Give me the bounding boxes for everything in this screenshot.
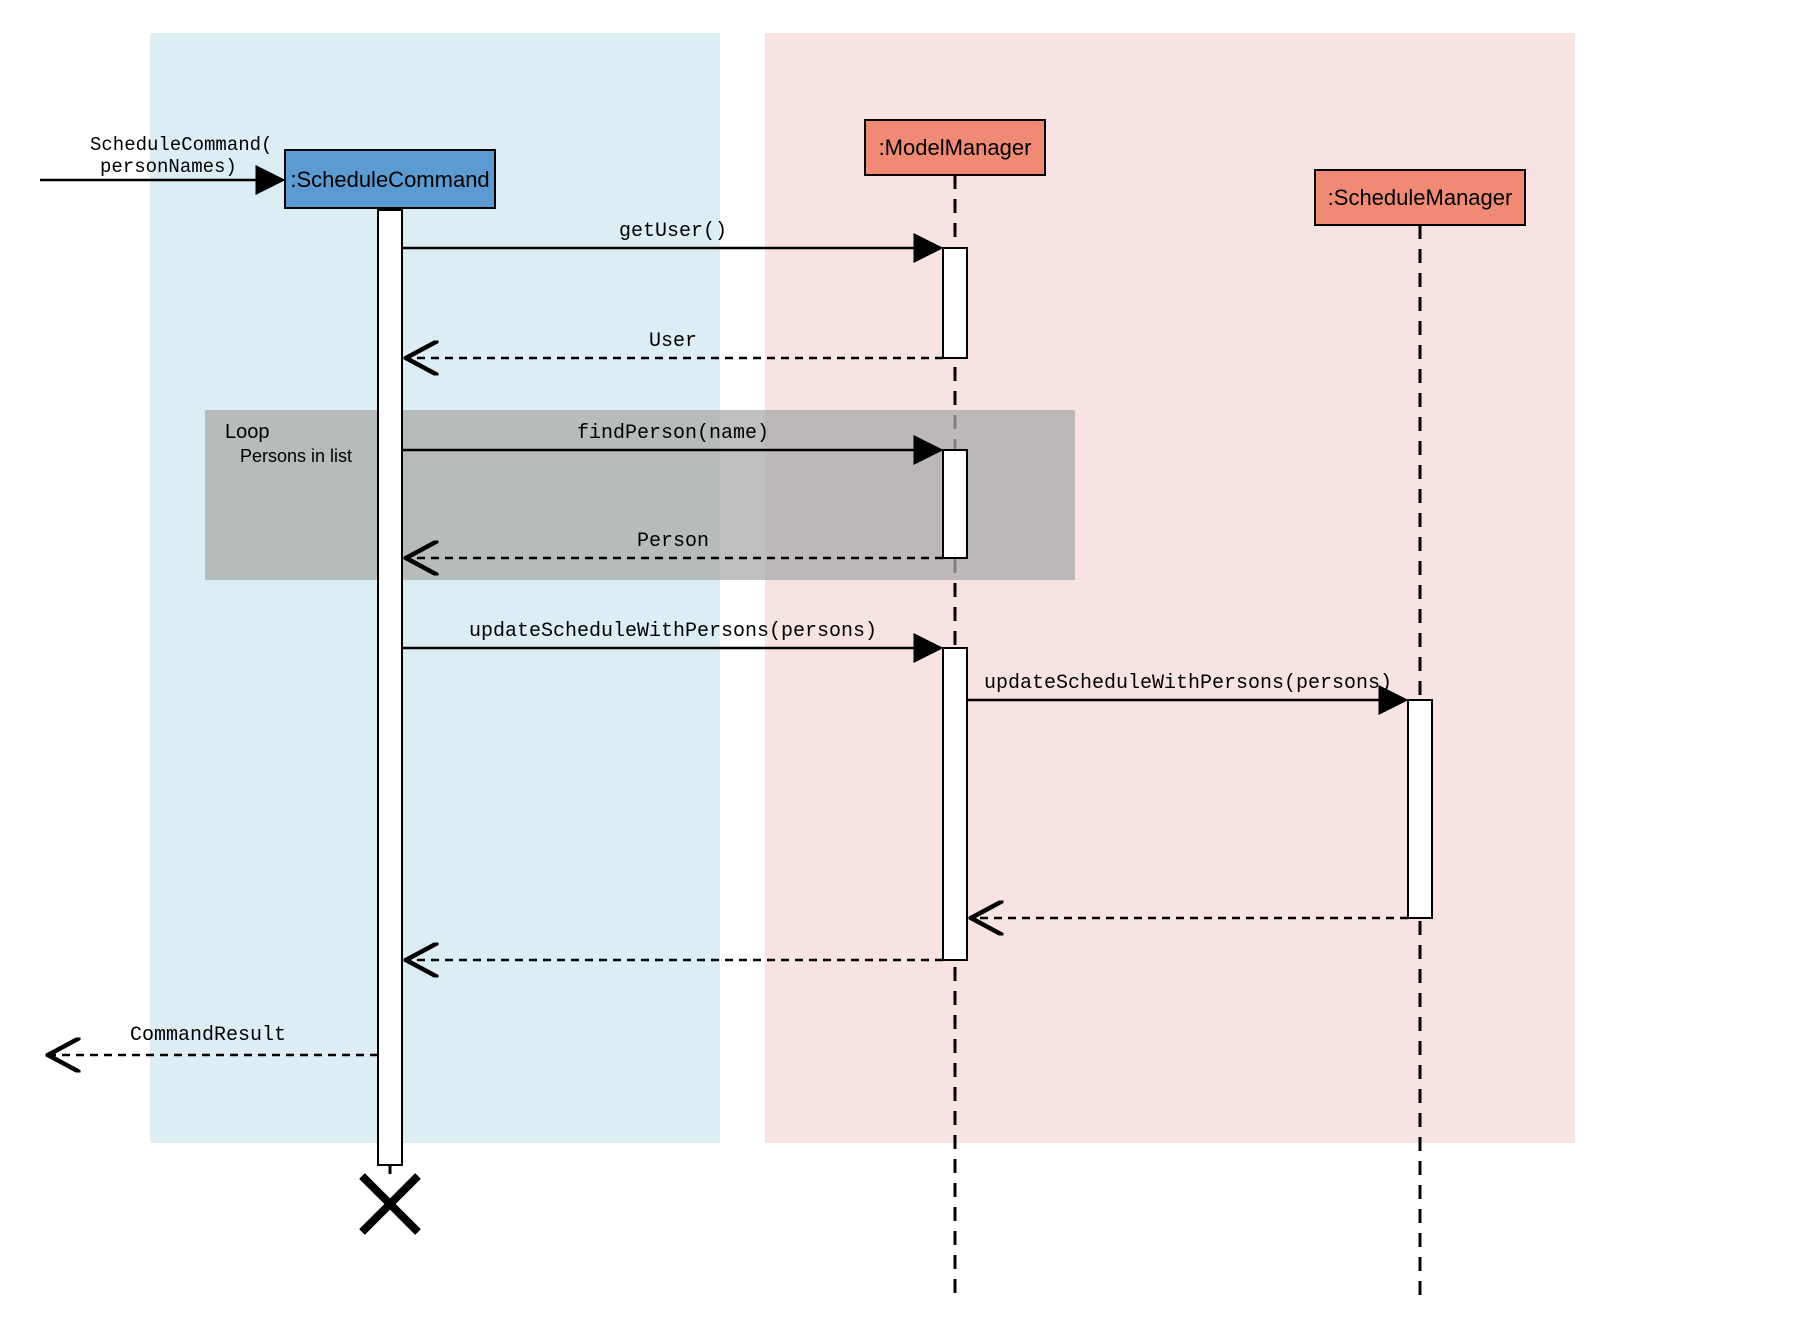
msg-commandresult-label: CommandResult — [130, 1024, 286, 1047]
activation-schedule-manager — [1408, 700, 1432, 918]
entry-label-line2: personNames) — [100, 156, 237, 178]
msg-updateschedule1-label: updateScheduleWithPersons(persons) — [469, 620, 877, 643]
activation-model-manager-findperson — [943, 450, 967, 558]
msg-findperson-label: findPerson(name) — [577, 422, 769, 445]
msg-getuser-label: getUser() — [619, 220, 727, 243]
lifeline-label-schedule-manager: :ScheduleManager — [1328, 185, 1513, 210]
msg-person-return-label: Person — [637, 530, 709, 553]
entry-label-line1: ScheduleCommand( — [90, 134, 272, 156]
loop-title: Loop — [225, 421, 270, 443]
activation-model-manager-getuser — [943, 248, 967, 358]
activation-model-manager-update — [943, 648, 967, 960]
msg-user-return-label: User — [649, 330, 697, 353]
activation-schedule-command — [378, 210, 402, 1165]
loop-subtitle: Persons in list — [240, 446, 352, 466]
termination-x-icon — [362, 1176, 418, 1232]
lifeline-label-schedule-command: :ScheduleCommand — [290, 167, 489, 192]
msg-updateschedule2-label: updateScheduleWithPersons(persons) — [984, 672, 1392, 695]
sequence-diagram: Loop Persons in list :ScheduleCommand :M… — [0, 0, 1820, 1328]
lifeline-label-model-manager: :ModelManager — [879, 135, 1032, 160]
